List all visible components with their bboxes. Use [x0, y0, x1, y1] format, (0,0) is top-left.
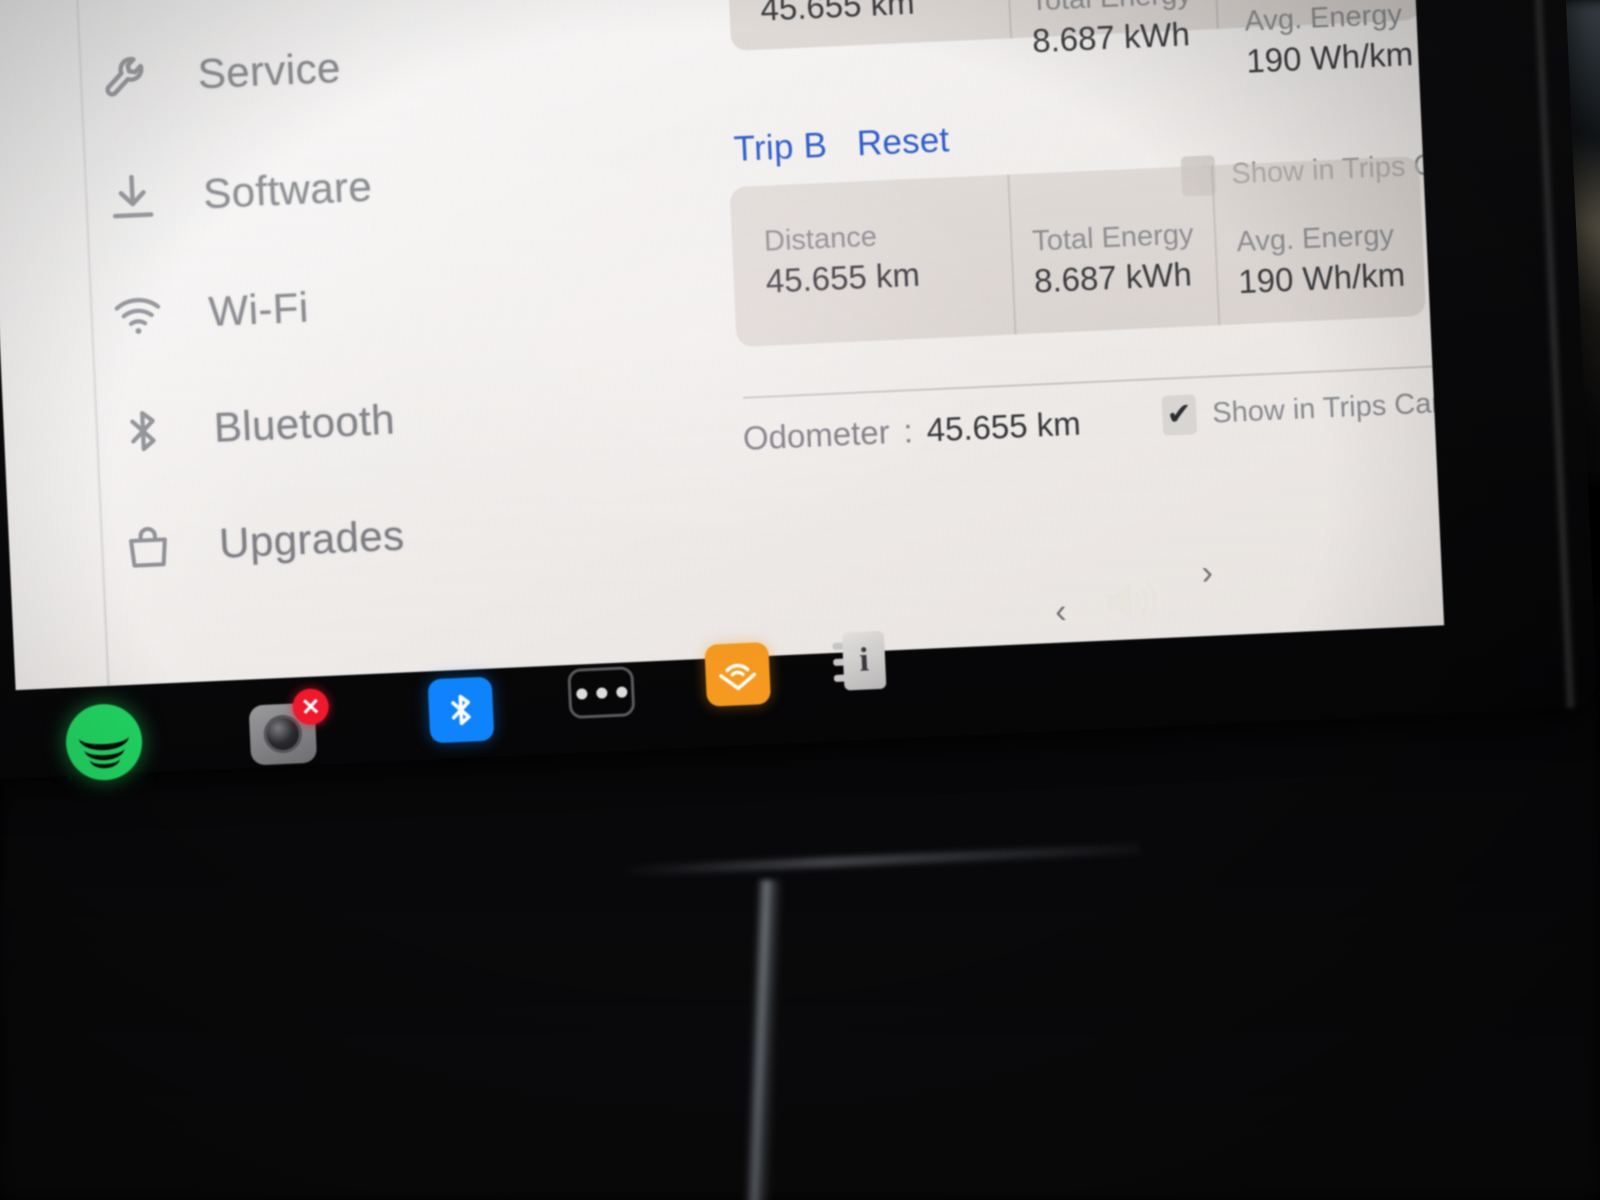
- sidebar-item-label: Software: [202, 162, 374, 218]
- settings-sidebar: Safety Service S: [0, 0, 470, 690]
- sidebar-item-wifi[interactable]: Wi-Fi: [110, 280, 310, 343]
- taskbar-app-spotify[interactable]: [64, 702, 144, 782]
- odometer-value: 45.655 km: [925, 404, 1082, 449]
- taskbar-app-dashcam[interactable]: ✕: [248, 687, 330, 766]
- info-glyph: i: [858, 641, 870, 679]
- shopping-bag-icon: [120, 519, 176, 575]
- spotify-icon[interactable]: [64, 702, 144, 782]
- odometer-label: Odometer: [742, 413, 891, 457]
- trip-a-stat-total-energy: Total Energy 8.687 kWh: [1030, 0, 1195, 63]
- manual-page-icon: i: [841, 630, 887, 691]
- camera-lens-icon: [263, 714, 303, 754]
- trips-panel: Show in Trips Card Distance 45.655 km To…: [621, 0, 1444, 661]
- photo-scene: Safety Service S: [0, 0, 1600, 1200]
- volume-prev-button[interactable]: ‹: [1054, 592, 1067, 630]
- audible-icon[interactable]: [704, 641, 772, 707]
- trip-b-header: Trip B Reset: [733, 120, 950, 170]
- checkbox-label: Show in Trips Card: [1211, 385, 1445, 430]
- download-icon: [104, 169, 160, 225]
- dashcam-error-badge: ✕: [291, 687, 330, 726]
- screen-display: Safety Service S: [0, 0, 1445, 691]
- sidebar-item-bluetooth[interactable]: Bluetooth: [115, 393, 396, 460]
- sidebar-item-label: Bluetooth: [212, 395, 396, 451]
- trip-b-title[interactable]: Trip B: [733, 126, 828, 170]
- tesla-touchscreen: Safety Service S: [0, 0, 1598, 782]
- volume-icon[interactable]: [1100, 574, 1168, 629]
- sidebar-item-software[interactable]: Software: [104, 159, 373, 225]
- stat-value: 8.687 kWh: [1033, 255, 1193, 300]
- wifi-icon: [110, 287, 166, 343]
- sidebar-item-upgrades[interactable]: Upgrades: [120, 508, 405, 575]
- odometer-show-in-trips-card[interactable]: ✔ Show in Trips Card: [1161, 382, 1445, 436]
- trip-b-stat-total-energy: Total Energy 8.687 kWh: [1031, 216, 1196, 303]
- trip-b-stat-avg-energy: Avg. Energy 190 Wh/km: [1236, 217, 1406, 304]
- stat-value: 190 Wh/km: [1245, 35, 1414, 80]
- chevron-right-icon[interactable]: ›: [1201, 554, 1214, 592]
- taskbar-app-bluetooth[interactable]: [427, 676, 495, 744]
- volume-next-button[interactable]: ›: [1201, 554, 1214, 592]
- bluetooth-icon: [115, 403, 171, 459]
- stat-value: 190 Wh/km: [1237, 255, 1406, 301]
- trip-b-reset-button[interactable]: Reset: [856, 120, 950, 164]
- checkbox-checked-icon[interactable]: ✔: [1161, 394, 1198, 436]
- odometer-row: Odometer : 45.655 km: [742, 405, 1081, 458]
- sidebar-item-label: Upgrades: [218, 511, 406, 567]
- checkmark-glyph: ✔: [1165, 397, 1193, 432]
- stat-value: 8.687 kWh: [1031, 15, 1191, 60]
- dashcam-icon[interactable]: ✕: [248, 687, 330, 766]
- sidebar-item-label: Wi-Fi: [207, 283, 310, 335]
- taskbar-app-release-notes[interactable]: i: [832, 630, 887, 691]
- taskbar-app-audible[interactable]: [704, 641, 772, 707]
- sidebar-item-service[interactable]: Service: [99, 41, 342, 106]
- chevron-left-icon[interactable]: ‹: [1054, 592, 1067, 630]
- release-notes-icon[interactable]: i: [832, 630, 887, 691]
- bluetooth-icon[interactable]: [427, 676, 495, 744]
- trip-b-stat-distance: Distance 45.655 km: [763, 217, 921, 304]
- taskbar-more-button[interactable]: [567, 666, 636, 720]
- stat-value: 45.655 km: [765, 255, 921, 300]
- volume-button[interactable]: [1100, 574, 1168, 629]
- trip-a-stat-avg-energy: Avg. Energy 190 Wh/km: [1244, 0, 1414, 84]
- wrench-icon: [99, 49, 155, 105]
- odometer-separator: :: [902, 412, 914, 450]
- sidebar-item-label: Service: [196, 43, 342, 98]
- more-dots-icon[interactable]: [567, 666, 636, 720]
